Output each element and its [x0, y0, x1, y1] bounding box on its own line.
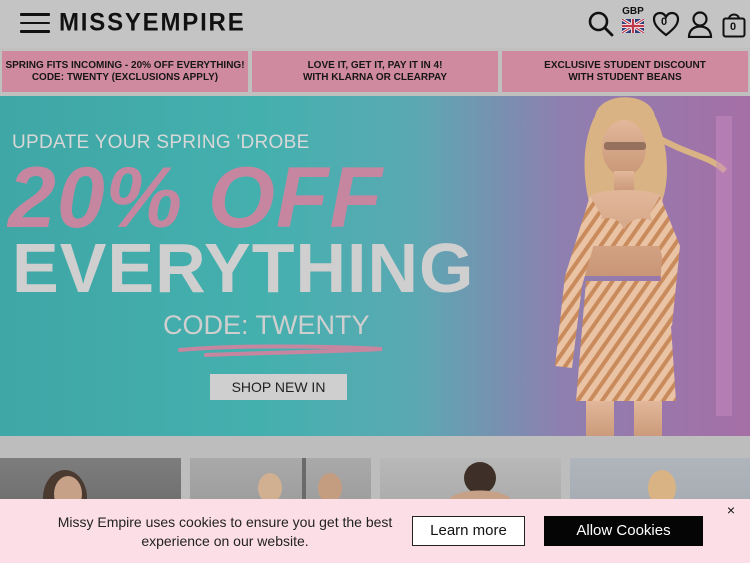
bag-count: 0	[730, 21, 737, 33]
brush-stroke-decoration	[178, 344, 383, 357]
promo-line: WITH KLARNA OR CLEARPAY	[302, 71, 448, 83]
site-logo[interactable]: MISSYEMPIRE	[59, 8, 246, 37]
promo-line: LOVE IT, GET IT, PAY IT IN 4!	[307, 59, 443, 71]
promo-line: CODE: TWENTY (EXCLUSIONS APPLY)	[31, 71, 219, 83]
promo-strip: SPRING FITS INCOMING - 20% OFF EVERYTHIN…	[0, 48, 750, 96]
promo-banner-discount[interactable]: SPRING FITS INCOMING - 20% OFF EVERYTHIN…	[2, 51, 248, 92]
promo-banner-klarna[interactable]: LOVE IT, GET IT, PAY IT IN 4! WITH KLARN…	[252, 51, 498, 92]
account-icon[interactable]	[686, 10, 714, 38]
hero-promo-code: CODE: TWENTY	[163, 310, 370, 340]
promo-line: EXCLUSIVE STUDENT DISCOUNT	[544, 59, 706, 71]
menu-icon[interactable]	[20, 13, 50, 35]
model-image	[555, 97, 732, 436]
uk-flag-icon	[622, 19, 644, 33]
promo-line: WITH STUDENT BEANS	[568, 71, 682, 83]
close-icon[interactable]: ×	[724, 503, 738, 517]
wishlist-button[interactable]: 0	[652, 10, 680, 38]
currency-label: GBP	[622, 6, 644, 17]
shop-new-in-button[interactable]: SHOP NEW IN	[210, 374, 347, 400]
promo-line: SPRING FITS INCOMING - 20% OFF EVERYTHIN…	[5, 59, 245, 71]
allow-cookies-button[interactable]: Allow Cookies	[544, 516, 703, 546]
bag-button[interactable]: 0	[720, 10, 748, 38]
site-header: MISSYEMPIRE GBP 0 0	[0, 0, 750, 48]
cookie-banner: Missy Empire uses cookies to ensure you …	[0, 499, 750, 563]
promo-banner-student[interactable]: EXCLUSIVE STUDENT DISCOUNT WITH STUDENT …	[502, 51, 748, 92]
search-icon[interactable]	[587, 10, 615, 38]
wishlist-count: 0	[661, 16, 668, 28]
hero-banner[interactable]: UPDATE YOUR SPRING 'DROBE 20% OFF EVERYT…	[0, 96, 750, 436]
hero-headline-everything: EVERYTHING	[12, 229, 475, 307]
learn-more-button[interactable]: Learn more	[412, 516, 525, 546]
cookie-message: Missy Empire uses cookies to ensure you …	[57, 514, 393, 549]
currency-selector[interactable]: GBP	[619, 6, 647, 33]
